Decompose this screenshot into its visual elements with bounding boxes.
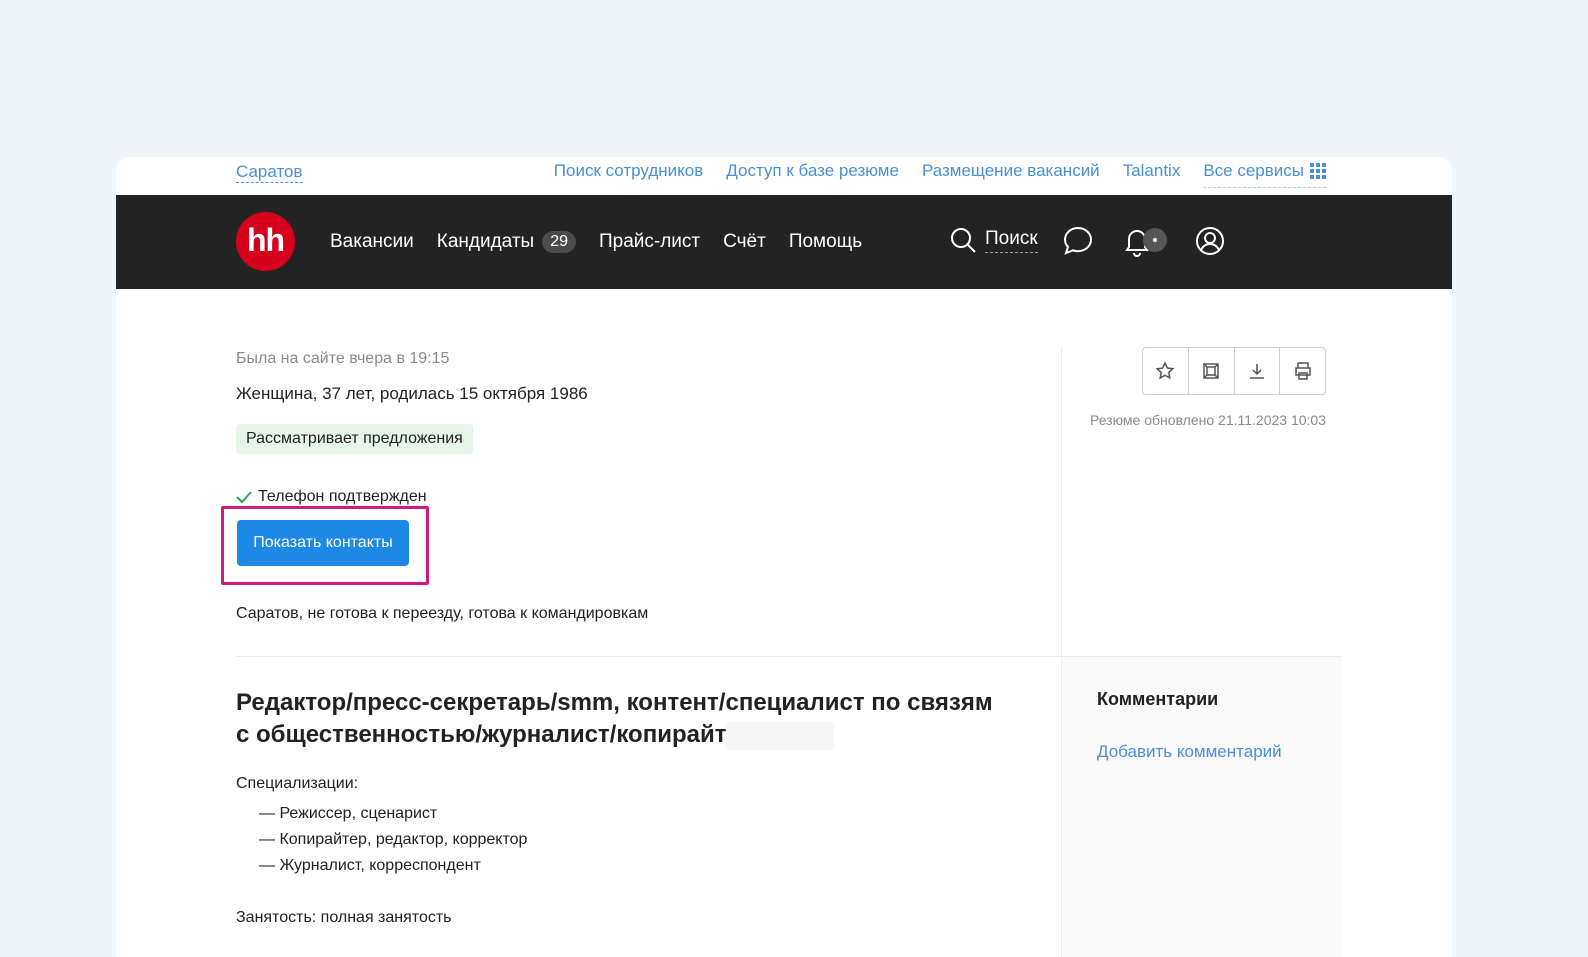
last-seen-text: Была на сайте вчера в 19:15 bbox=[236, 350, 450, 367]
top-link-talantix[interactable]: Talantix bbox=[1123, 161, 1181, 188]
location-text: Саратов, не готова к переезду, готова к … bbox=[236, 605, 649, 622]
list-item: — Журналист, корреспондент bbox=[259, 857, 481, 874]
resume-card: Саратов Поиск сотрудников Доступ к базе … bbox=[116, 157, 1452, 957]
template-icon bbox=[1203, 363, 1219, 379]
main-header: hh Вакансии Кандидаты 29 Прайс-лист Счёт… bbox=[116, 195, 1452, 289]
star-icon bbox=[1155, 361, 1175, 380]
specializations-list: — Режиссер, сценарист — Копирайтер, реда… bbox=[259, 801, 527, 879]
check-icon bbox=[236, 491, 252, 504]
download-icon bbox=[1249, 364, 1264, 379]
nav-vacancies[interactable]: Вакансии bbox=[330, 231, 414, 253]
resume-title-text: Редактор/пресс-секретарь/smm, контент/сп… bbox=[236, 689, 993, 748]
notification-dot bbox=[1143, 228, 1167, 252]
nav-invoice[interactable]: Счёт bbox=[723, 231, 766, 253]
section-divider bbox=[236, 656, 1342, 657]
hh-logo[interactable]: hh bbox=[236, 212, 295, 271]
top-links: Поиск сотрудников Доступ к базе резюме Р… bbox=[554, 161, 1326, 188]
nav-label: Вакансии bbox=[330, 231, 414, 252]
chat-icon[interactable] bbox=[1062, 225, 1094, 257]
list-item: — Режиссер, сценарист bbox=[259, 805, 438, 822]
nav-price-list[interactable]: Прайс-лист bbox=[599, 231, 700, 253]
job-search-status-badge: Рассматривает предложения bbox=[236, 424, 473, 454]
nav-label: Помощь bbox=[788, 231, 863, 252]
header-search-button[interactable]: Поиск bbox=[949, 226, 1038, 254]
city-selector[interactable]: Саратов bbox=[236, 162, 303, 183]
print-icon bbox=[1294, 362, 1311, 380]
show-contacts-button[interactable]: Показать контакты bbox=[237, 520, 409, 566]
candidates-count-badge: 29 bbox=[542, 231, 576, 253]
profile-icon[interactable] bbox=[1194, 225, 1226, 257]
specializations-label: Специализации: bbox=[236, 775, 359, 792]
top-link-resume-base[interactable]: Доступ к базе резюме bbox=[726, 161, 899, 188]
nav-help[interactable]: Помощь bbox=[789, 231, 862, 253]
phone-verified: Телефон подтвержден bbox=[236, 488, 427, 506]
resume-updated-text: Резюме обновлено 21.11.2023 10:03 bbox=[1089, 412, 1326, 428]
all-services-label: Все сервисы bbox=[1203, 161, 1304, 180]
resume-toolbar bbox=[1142, 347, 1326, 395]
top-link-employee-search[interactable]: Поиск сотрудников bbox=[554, 161, 704, 188]
nav-label: Счёт bbox=[723, 231, 766, 252]
nav-label: Кандидаты bbox=[436, 231, 535, 252]
all-services-link[interactable]: Все сервисы bbox=[1203, 161, 1326, 188]
search-icon bbox=[951, 228, 976, 253]
employment-text: Занятость: полная занятость bbox=[236, 909, 452, 926]
comments-title: Комментарии bbox=[1097, 689, 1219, 709]
resume-title: Редактор/пресс-секретарь/smm, контент/сп… bbox=[236, 687, 996, 751]
top-links-row: Саратов Поиск сотрудников Доступ к базе … bbox=[116, 157, 1452, 195]
nav-label: Прайс-лист bbox=[598, 231, 701, 252]
download-button[interactable] bbox=[1235, 348, 1281, 394]
grid-icon bbox=[1310, 163, 1326, 179]
top-link-post-vacancy[interactable]: Размещение вакансий bbox=[922, 161, 1100, 188]
main-nav: Вакансии Кандидаты 29 Прайс-лист Счёт По… bbox=[330, 195, 862, 289]
phone-verified-label: Телефон подтвержден bbox=[258, 488, 427, 505]
title-mask bbox=[726, 721, 835, 750]
print-button[interactable] bbox=[1280, 348, 1325, 394]
list-item: — Копирайтер, редактор, корректор bbox=[259, 831, 528, 848]
add-comment-link[interactable]: Добавить комментарий bbox=[1097, 742, 1282, 762]
demographics-text: Женщина, 37 лет, родилась 15 октября 198… bbox=[236, 384, 588, 403]
favorite-button[interactable] bbox=[1143, 348, 1189, 394]
search-label: Поиск bbox=[985, 228, 1038, 253]
template-button[interactable] bbox=[1189, 348, 1235, 394]
nav-candidates[interactable]: Кандидаты 29 bbox=[437, 231, 576, 253]
